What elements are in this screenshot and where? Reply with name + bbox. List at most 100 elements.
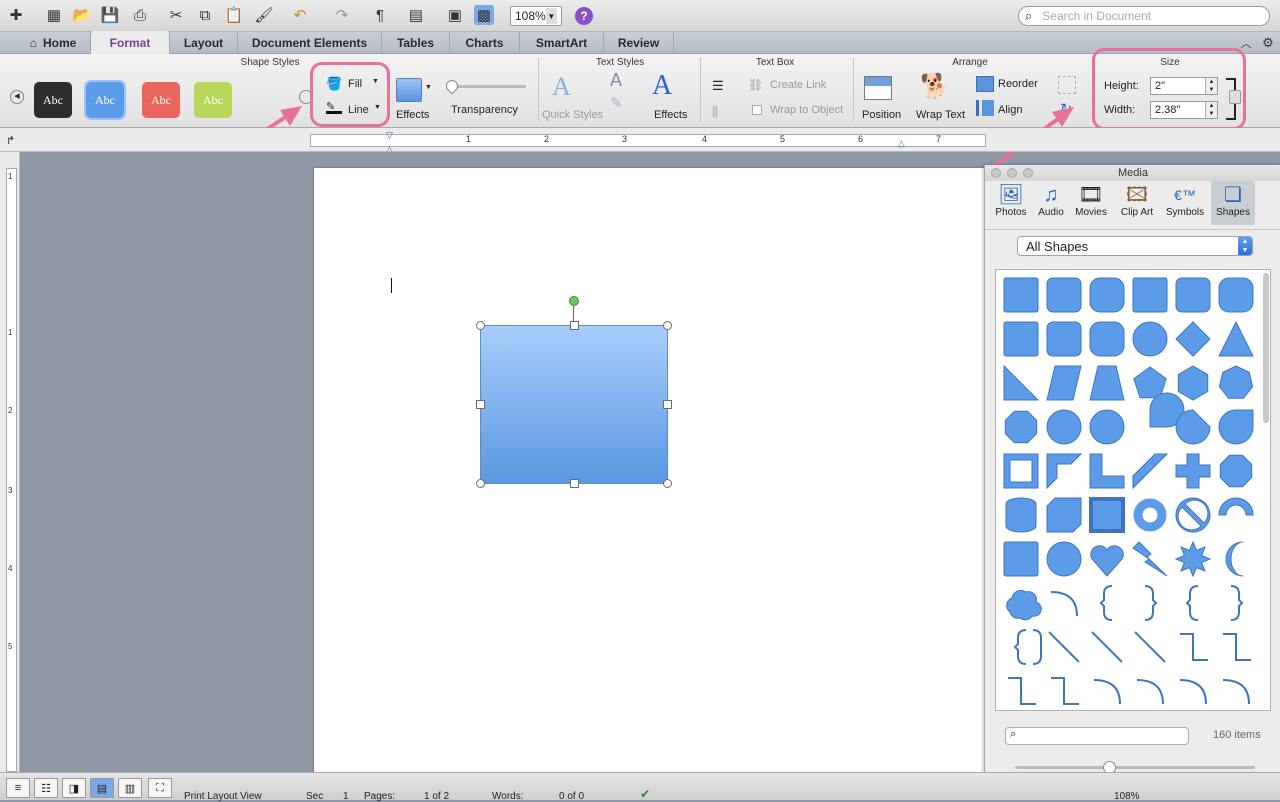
shape-left-brace[interactable] [1185, 585, 1199, 621]
shape-no-symbol[interactable] [1175, 497, 1211, 533]
notebook-view-button[interactable]: ▥ [118, 778, 142, 798]
shape-can[interactable] [1005, 497, 1037, 533]
tab-selector-icon[interactable]: ↱ [6, 134, 15, 147]
publish-icon: ◨ [68, 782, 80, 795]
shape-half-frame[interactable] [1046, 453, 1083, 490]
shape-straight-arrow[interactable] [1091, 631, 1123, 663]
ruler-bar[interactable] [310, 134, 986, 147]
shapes-gallery [1003, 277, 1254, 705]
shape-diagonal-stripe[interactable] [1132, 453, 1169, 490]
resize-handle[interactable] [663, 321, 672, 330]
shape-line[interactable] [1048, 631, 1080, 663]
shape-teardrop[interactable] [1218, 409, 1254, 445]
shape-rounded-rectangle[interactable] [1046, 277, 1082, 313]
shape-l-shape[interactable] [1089, 453, 1125, 489]
shape-parallelogram[interactable] [1046, 365, 1082, 401]
notebook-icon: ▥ [124, 782, 136, 795]
shape-elbow[interactable] [1180, 633, 1208, 661]
shape-connector-1[interactable] [1008, 677, 1036, 705]
ruler-number: 5 [780, 134, 786, 144]
print-layout-view-button[interactable]: ▤ [90, 778, 114, 798]
shape-oval[interactable] [1132, 321, 1168, 357]
shape-double-arrow[interactable] [1134, 631, 1166, 663]
shape-elbow-arrow[interactable] [1223, 633, 1251, 661]
minimize-icon[interactable] [1007, 168, 1017, 178]
tab-symbols[interactable]: €™ Symbols [1161, 181, 1209, 225]
shape-moon[interactable] [1225, 541, 1244, 577]
resize-handle[interactable] [476, 479, 485, 488]
shape-round-two-corner[interactable] [1003, 321, 1039, 357]
tab-audio[interactable]: ♫ Audio [1029, 181, 1073, 225]
shape-search-input[interactable]: ⌕ [1005, 727, 1189, 745]
shape-cloud[interactable] [1006, 589, 1042, 621]
resize-handle[interactable] [476, 321, 485, 330]
shape-right-bracket[interactable] [1144, 585, 1158, 621]
resize-handle[interactable] [476, 400, 485, 409]
draft-view-button[interactable]: ≡ [6, 778, 30, 798]
shape-round-diagonal[interactable] [1046, 321, 1082, 357]
shape-rectangle[interactable] [1003, 277, 1039, 313]
shape-double-brace[interactable] [1013, 629, 1042, 665]
tab-movies[interactable]: 🎞 Movies [1069, 181, 1113, 225]
shape-left-bracket[interactable] [1099, 585, 1113, 621]
shape-snip-two-corner[interactable] [1132, 277, 1168, 313]
shape-smiley-face[interactable] [1046, 541, 1082, 577]
shape-dodecagon[interactable] [1089, 409, 1125, 445]
shape-trapezoid[interactable] [1089, 365, 1125, 401]
shape-diamond[interactable] [1175, 321, 1211, 357]
resize-handle[interactable] [663, 479, 672, 488]
thumbnail-size-slider[interactable] [1015, 766, 1255, 769]
shape-connector-2[interactable] [1051, 677, 1079, 705]
shape-decagon[interactable] [1046, 409, 1082, 445]
shape-octagon[interactable] [1004, 410, 1038, 444]
shape-triangle[interactable] [1218, 320, 1254, 357]
section-value: 1 [343, 791, 349, 802]
shape-snip-diagonal[interactable] [1175, 277, 1211, 313]
right-indent-icon[interactable]: △ [898, 138, 905, 149]
shape-plaque[interactable] [1219, 454, 1253, 488]
shape-round-corner[interactable] [1218, 277, 1254, 313]
shape-pentagon[interactable] [1133, 366, 1167, 399]
close-icon[interactable] [991, 168, 1001, 178]
shape-hexagon[interactable] [1177, 365, 1209, 401]
shape-curve-1[interactable] [1093, 679, 1121, 705]
focus-view-button[interactable]: ⛶ [148, 778, 172, 798]
shape-heart[interactable] [1090, 545, 1124, 577]
selected-rectangle-shape[interactable] [480, 325, 668, 484]
indent-marker-icon[interactable]: ▽ [386, 130, 393, 141]
shape-bevel[interactable] [1089, 497, 1125, 533]
shape-right-triangle[interactable] [1003, 364, 1040, 401]
shape-lightning-bolt[interactable] [1132, 541, 1168, 577]
resize-handle[interactable] [663, 400, 672, 409]
shape-curve-3[interactable] [1179, 679, 1207, 705]
shape-frame[interactable] [1003, 453, 1039, 489]
resize-handle[interactable] [570, 321, 579, 330]
tab-photos[interactable]: 🖼 Photos [989, 181, 1033, 225]
shape-donut[interactable] [1133, 498, 1167, 532]
shape-cross[interactable] [1175, 453, 1211, 489]
shape-category-dropdown[interactable]: All Shapes ▲ ▼ [1017, 236, 1253, 256]
zoom-window-icon[interactable] [1023, 168, 1033, 178]
shape-heptagon[interactable] [1218, 365, 1254, 399]
shape-cube[interactable] [1046, 497, 1082, 533]
shape-chord[interactable] [1175, 409, 1211, 445]
tab-clip-art[interactable]: 🖾 Clip Art [1113, 181, 1161, 225]
rotation-handle[interactable] [569, 296, 579, 306]
shape-folded-corner[interactable] [1003, 541, 1039, 577]
shape-curve-2[interactable] [1136, 679, 1164, 705]
shape-snip-corner[interactable] [1089, 277, 1125, 313]
shape-curve-4[interactable] [1222, 679, 1250, 705]
outline-view-button[interactable]: ☷ [34, 778, 58, 798]
shapes-scrollbar[interactable] [1263, 273, 1269, 423]
tab-shapes[interactable]: ❏ Shapes [1211, 181, 1255, 225]
resize-handle[interactable] [570, 479, 579, 488]
shape-block-arc[interactable] [1218, 497, 1254, 516]
status-zoom: 108% [1114, 791, 1140, 802]
shape-right-brace[interactable] [1230, 585, 1244, 621]
vertical-ruler-bar[interactable] [6, 168, 17, 772]
spelling-check-icon[interactable]: ✔ [640, 787, 650, 801]
shape-sun[interactable] [1174, 540, 1212, 578]
shape-rounded-rect-2[interactable] [1089, 321, 1125, 357]
shape-arc[interactable] [1050, 591, 1078, 617]
publishing-view-button[interactable]: ◨ [62, 778, 86, 798]
